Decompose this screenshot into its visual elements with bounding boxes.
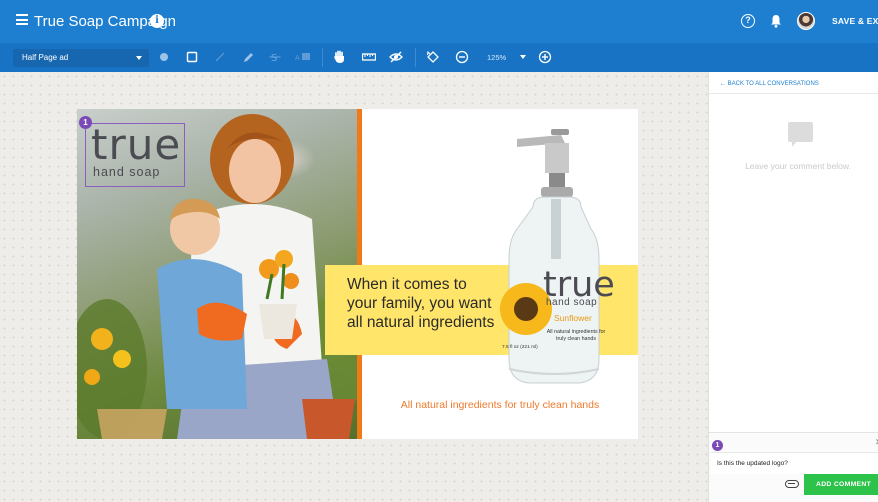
- chevron-down-icon[interactable]: [520, 55, 526, 59]
- paperclip-icon[interactable]: [785, 480, 799, 488]
- ad-bottom-tagline: All natural ingredients for truly clean …: [400, 399, 600, 411]
- bell-icon[interactable]: [770, 14, 782, 28]
- empty-state-message: Leave your comment below.: [745, 161, 851, 171]
- toolbar-divider: [322, 48, 323, 67]
- menu-icon[interactable]: [16, 14, 28, 25]
- svg-text:A: A: [295, 54, 300, 62]
- ad-tagline: When it comes to your family, you want a…: [347, 276, 495, 331]
- top-bar: True Soap Campaign i ? SAVE & EXIT: [0, 0, 878, 43]
- comments-panel: ← BACK TO ALL CONVERSATIONS Leave your c…: [708, 72, 878, 502]
- comment-bubble-icon: [788, 122, 813, 142]
- zoom-out-icon[interactable]: [455, 50, 469, 64]
- avatar[interactable]: [797, 12, 815, 30]
- annotation-pin[interactable]: 1: [79, 116, 92, 129]
- strikethrough-icon[interactable]: S: [269, 50, 281, 64]
- text-replace-icon[interactable]: A: [295, 50, 311, 64]
- arrow-icon[interactable]: [214, 50, 226, 64]
- help-icon[interactable]: ?: [741, 14, 755, 28]
- ad-size-label: Half Page ad: [22, 53, 69, 62]
- annotation-pin: 1: [712, 440, 723, 451]
- bottle-description: All natural ingredients for truly clean …: [546, 329, 606, 342]
- half-page-ad: true hand soap 1 When it comes to your f…: [77, 109, 638, 439]
- logo-subtitle: hand soap: [93, 165, 161, 179]
- toolbar-divider: [415, 48, 416, 67]
- ad-size-select[interactable]: Half Page ad: [13, 49, 149, 67]
- square-icon[interactable]: [186, 50, 198, 64]
- comment-bubble-icon-tail: [792, 141, 797, 147]
- back-to-conversations-link[interactable]: ← BACK TO ALL CONVERSATIONS: [720, 81, 819, 87]
- circle-icon[interactable]: [159, 50, 169, 64]
- rotate-icon[interactable]: [426, 50, 440, 64]
- markup-toolbar: Half Page ad S A 125%: [0, 43, 878, 72]
- svg-text:S: S: [271, 53, 277, 64]
- info-icon[interactable]: i: [150, 14, 164, 28]
- comment-input[interactable]: [711, 452, 878, 474]
- bottle-volume: 7.5 fl oz (221 ml): [502, 345, 538, 350]
- zoom-level[interactable]: 125%: [487, 53, 506, 62]
- save-exit-button[interactable]: SAVE & EXIT: [832, 16, 878, 26]
- comment-composer: 1 ✕ ADD COMMENT: [709, 432, 878, 502]
- bottle-flavor: Sunflower: [554, 313, 592, 323]
- bottle-subtitle: hand soap: [546, 297, 598, 308]
- add-comment-button[interactable]: ADD COMMENT: [804, 474, 878, 495]
- divider: [709, 93, 878, 94]
- zoom-in-icon[interactable]: [538, 50, 552, 64]
- ruler-icon[interactable]: [362, 50, 376, 64]
- hide-icon[interactable]: [389, 50, 403, 64]
- pen-icon[interactable]: [242, 50, 254, 64]
- chevron-down-icon: [136, 56, 142, 60]
- hand-icon[interactable]: [333, 50, 347, 64]
- logo-wordmark: true: [91, 120, 182, 169]
